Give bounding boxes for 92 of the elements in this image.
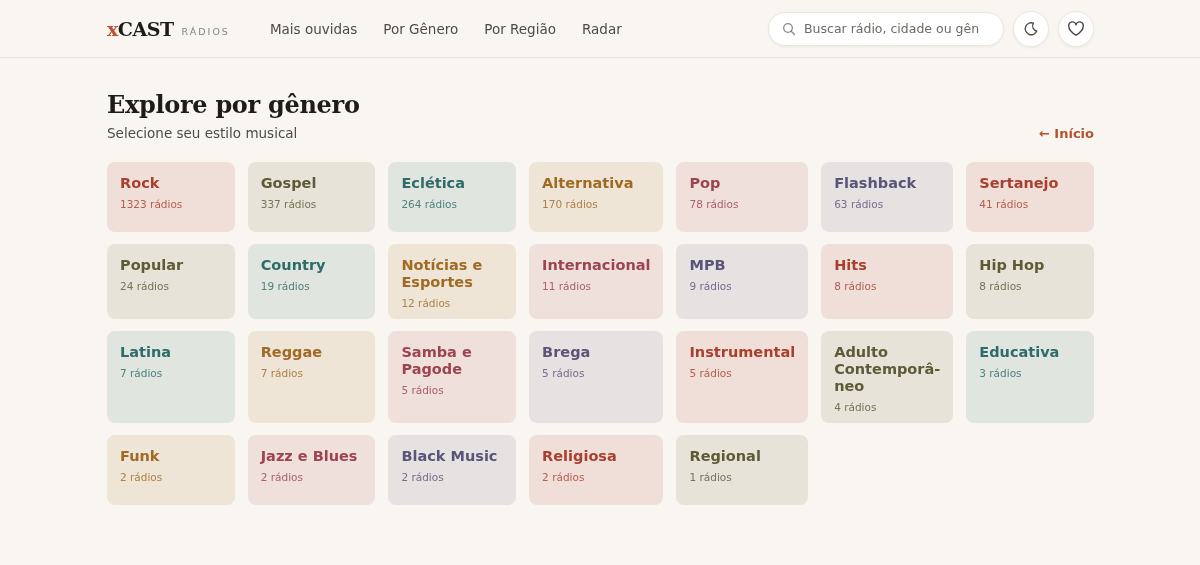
station-count: 337 rádios [260, 198, 317, 210]
genre-card[interactable]: Black Music 2 rádios [388, 435, 517, 505]
genre-card[interactable]: Religiosa 2 rádios [529, 435, 664, 505]
station-count: 1323 rádios [120, 198, 183, 210]
station-count: 7 rádios [260, 367, 303, 379]
back-link[interactable]: ← Início [1038, 125, 1094, 141]
genre-name: Adulto Contemporâ-neo [834, 344, 941, 395]
genre-card[interactable]: Hip Hop 8 rádios [966, 244, 1094, 319]
genre-card[interactable]: Country 19 rádios [247, 244, 376, 319]
genre-name: Flashback [834, 175, 917, 192]
station-count: 78 rádios [689, 198, 739, 210]
genre-name: MPB [689, 257, 726, 274]
station-count: 1 rádios [689, 471, 732, 483]
page-title: Explore por gênero [107, 90, 361, 119]
station-count: 7 rádios [120, 367, 163, 379]
genre-card[interactable]: Internacional 11 rádios [529, 244, 664, 319]
station-count: 5 rádios [689, 367, 732, 379]
genre-name: Internacional [542, 257, 651, 274]
genre-name: Pop [689, 175, 721, 192]
station-count: 2 rádios [260, 471, 303, 483]
nav-link[interactable]: Por Região [484, 20, 556, 37]
genre-card[interactable]: Latina 7 rádios [107, 331, 235, 423]
genre-card[interactable]: Popular 24 rádios [107, 244, 235, 319]
logo-subtitle: RÁDIOS [181, 26, 230, 37]
station-count: 4 rádios [834, 401, 877, 413]
station-count: 19 rádios [260, 280, 310, 292]
genre-name: Sertanejo [979, 175, 1059, 192]
genre-name: Educativa [979, 344, 1060, 361]
genre-name: Funk [120, 448, 160, 465]
genre-name: Popular [120, 257, 184, 274]
genre-card[interactable]: Eclética 264 rádios [388, 162, 517, 232]
station-count: 2 rádios [120, 471, 163, 483]
search-field[interactable]: Buscar rádio, cidade ou gên [768, 11, 1004, 46]
station-count: 2 rádios [542, 471, 585, 483]
genre-card[interactable]: Pop 78 rádios [676, 162, 809, 232]
nav-link[interactable]: Radar [581, 20, 622, 37]
genre-name: Reggae [260, 344, 323, 361]
genre-card[interactable]: Sertanejo 41 rádios [966, 162, 1094, 232]
genre-card[interactable]: Reggae 7 rádios [247, 331, 376, 423]
logo[interactable]: xCAST [107, 17, 174, 40]
genre-name: Regional [689, 448, 761, 465]
heart-icon [1067, 20, 1085, 37]
genre-card[interactable]: Regional 1 rádios [676, 435, 809, 505]
genre-name: Instrumental [689, 344, 796, 361]
genre-name: Religiosa [542, 448, 617, 465]
moon-icon [1023, 20, 1039, 37]
genre-name: Eclética [401, 175, 465, 192]
genre-name: Hits [834, 257, 867, 274]
nav-link[interactable]: Por Gênero [383, 20, 459, 37]
dark-mode-button[interactable] [1013, 10, 1049, 47]
station-count: 24 rádios [120, 280, 169, 292]
station-count: 5 rádios [401, 384, 444, 396]
genre-name: Black Music [401, 448, 498, 465]
genre-name: Alternativa [542, 175, 634, 192]
favorites-button[interactable] [1058, 10, 1094, 47]
genre-card[interactable]: Flashback 63 rádios [821, 162, 954, 232]
station-count: 11 rádios [542, 280, 592, 292]
genre-card[interactable]: Rock 1323 rádios [107, 162, 235, 232]
genre-card[interactable]: Educativa 3 rádios [966, 331, 1094, 423]
station-count: 264 rádios [401, 198, 457, 210]
genre-card[interactable]: Jazz e Blues 2 rádios [247, 435, 376, 505]
station-count: 170 rádios [542, 198, 598, 210]
genre-name: Samba e Pagode [401, 344, 473, 378]
station-count: 5 rádios [542, 367, 585, 379]
station-count: 63 rádios [834, 198, 884, 210]
station-count: 8 rádios [834, 280, 877, 292]
genre-name: Latina [120, 344, 172, 361]
genre-name: Rock [120, 175, 160, 192]
genre-card[interactable]: Samba e Pagode 5 rádios [388, 331, 517, 423]
genre-card[interactable]: Brega 5 rádios [529, 331, 664, 423]
genre-card[interactable]: Adulto Contemporâ-neo 4 rádios [821, 331, 954, 423]
genre-card[interactable]: Funk 2 rádios [107, 435, 235, 505]
station-count: 9 rádios [689, 280, 732, 292]
station-count: 12 rádios [401, 297, 451, 309]
genre-name: Brega [542, 344, 591, 361]
genre-card[interactable]: Notícias e Esportes 12 rádios [388, 244, 517, 319]
genre-name: Hip Hop [979, 257, 1045, 274]
station-count: 41 rádios [979, 198, 1029, 210]
genre-card[interactable]: Hits 8 rádios [821, 244, 954, 319]
station-count: 3 rádios [979, 367, 1022, 379]
genre-card[interactable]: Alternativa 170 rádios [529, 162, 664, 232]
genre-card[interactable]: Instrumental 5 rádios [676, 331, 809, 423]
station-count: 8 rádios [979, 280, 1022, 292]
genre-name: Jazz e Blues [260, 448, 358, 465]
genre-name: Country [260, 257, 326, 274]
genre-card[interactable]: MPB 9 rádios [676, 244, 809, 319]
genre-card[interactable]: Gospel 337 rádios [247, 162, 376, 232]
page-subtitle: Selecione seu estilo musical [107, 125, 298, 141]
genre-name: Gospel [260, 175, 317, 192]
nav-link[interactable]: Mais ouvidas [269, 20, 358, 37]
genre-name: Notícias e Esportes [401, 257, 484, 291]
station-count: 2 rádios [401, 471, 444, 483]
